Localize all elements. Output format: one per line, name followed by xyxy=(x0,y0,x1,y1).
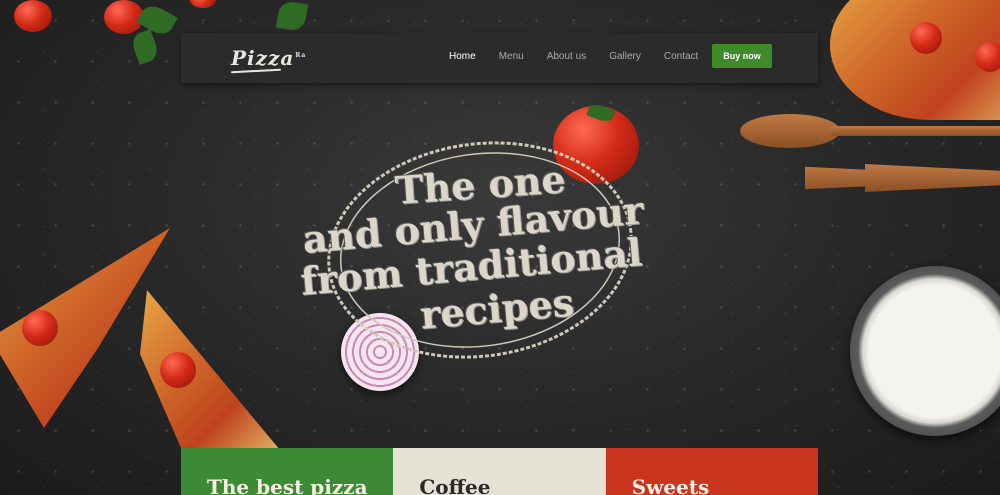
tomato-decoration xyxy=(160,352,196,388)
category-sweets-label: Sweets xyxy=(631,475,710,495)
pizza-landing-page: PizzaRa Home Menu About us Gallery Conta… xyxy=(0,0,1000,495)
category-coffee[interactable]: Coffee xyxy=(393,448,606,495)
top-navbar: PizzaRa Home Menu About us Gallery Conta… xyxy=(181,33,818,83)
brand-logo-text: Pizza xyxy=(231,46,295,70)
nav-item-menu[interactable]: Menu xyxy=(499,51,524,62)
wooden-fork-decoration xyxy=(805,164,1000,192)
nav-item-home[interactable]: Home xyxy=(449,51,476,62)
tomato-decoration xyxy=(14,0,52,32)
brand-logo-sup: Ra xyxy=(295,52,307,60)
tomato-decoration xyxy=(975,42,1000,72)
flour-bowl-decoration xyxy=(850,266,1000,436)
buy-now-button[interactable]: Buy now xyxy=(712,44,772,68)
main-menu: Home Menu About us Gallery Contact xyxy=(449,51,721,62)
brand-logo[interactable]: PizzaRa xyxy=(231,46,306,70)
category-sweets[interactable]: Sweets xyxy=(605,448,818,495)
basil-leaf-decoration xyxy=(275,0,309,33)
tomato-decoration xyxy=(910,22,942,54)
tomato-decoration xyxy=(190,0,216,8)
tomato-decoration xyxy=(22,310,58,346)
nav-item-gallery[interactable]: Gallery xyxy=(609,51,641,62)
wooden-spoon-decoration xyxy=(740,114,840,148)
category-best-pizza-label: The best pizza xyxy=(207,475,368,495)
category-best-pizza[interactable]: The best pizza xyxy=(181,448,394,495)
nav-item-contact[interactable]: Contact xyxy=(664,51,698,62)
basil-leaf-decoration xyxy=(129,29,161,65)
wooden-spoon-handle-decoration xyxy=(830,126,1000,136)
nav-item-about-us[interactable]: About us xyxy=(547,51,586,62)
category-bands: The best pizza Coffee Sweets xyxy=(181,448,818,495)
hero-headline: The one and only flavour from traditiona… xyxy=(290,140,710,360)
category-coffee-label: Coffee xyxy=(419,475,491,495)
